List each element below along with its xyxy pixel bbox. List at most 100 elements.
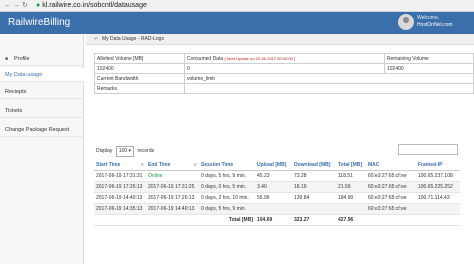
arrow-icon: ↵: [94, 36, 99, 42]
header-label: Upload [MB]: [257, 162, 287, 168]
remarks-value: [184, 83, 474, 94]
sidebar-item-label: My Data-usage: [5, 72, 43, 78]
ip-cell: [416, 203, 460, 215]
upload-total: 104.69: [255, 214, 292, 226]
start-cell: 2017-06-19 14:40:13: [94, 192, 146, 204]
sidebar-item-tickets[interactable]: Tickets: [0, 104, 84, 118]
start-cell: 2017-06-19 17:31:31: [94, 170, 146, 182]
total-cell: [336, 203, 366, 215]
download-cell: [292, 203, 336, 215]
sort-icon: ⇵: [193, 162, 197, 167]
sidebar-item-receipts[interactable]: Reciepts: [0, 85, 84, 99]
display-label: Display: [96, 148, 113, 154]
upload-cell: [255, 203, 292, 215]
allotted-header: Allotted Volume [MB]: [94, 53, 185, 64]
ip-cell: 100.71.114.43: [416, 192, 460, 204]
table-row: 2017-06-19 17:31:31 Online 0 days, 5 hrs…: [94, 170, 460, 182]
table-row: 2017-06-19 14:35:13 2017-06-19 14:40:13 …: [94, 203, 460, 215]
welcome-text: Welcome,: [417, 15, 440, 21]
grand-total: 427.96: [336, 214, 366, 226]
sidebar-item-label: Profile: [14, 56, 30, 62]
header-label: Session Time: [201, 162, 234, 168]
header-label: Framed-IP: [418, 162, 443, 168]
start-cell: 2017-06-19 17:26:13: [94, 181, 146, 193]
mac-cell: 60:e3:27:65:cf:ee: [366, 203, 416, 215]
sort-icon: ⇵: [140, 162, 144, 167]
ip-cell: 100.65.237.108: [416, 170, 460, 182]
length-select[interactable]: 100 ▾: [115, 146, 135, 157]
next-update-note: [ Next Update on 20-06-2017 00:00:00 ]: [224, 55, 296, 61]
page-length-control: Display 100 ▾ records: [96, 146, 154, 157]
table-row: 2017-06-19 17:26:13 2017-06-19 17:31:25 …: [94, 181, 460, 193]
col-start-time[interactable]: Start Time ⇵: [94, 160, 146, 171]
download-total: 323.27: [292, 214, 336, 226]
download-cell: 139.84: [292, 192, 336, 204]
sidebar-item-label: Tickets: [5, 108, 23, 114]
browser-bar: ← → ↻ ● kl.railwire.co.in/sobcntl/dataus…: [0, 0, 474, 12]
total-cell: 118.51: [336, 170, 366, 182]
header-label: Start Time: [96, 162, 121, 168]
header-label: Download [MB]: [294, 162, 331, 168]
mac-total: [366, 214, 416, 226]
header-label: MAC: [368, 162, 380, 168]
totals-label: Total [MB]: [94, 214, 255, 226]
bandwidth-label: Current Bandwidth: [94, 73, 185, 84]
remaining-header: Remaining Volume: [384, 53, 474, 64]
usage-table: Start Time ⇵ End Time ⇵ Session Time Uploa…: [94, 160, 460, 226]
total-cell: 21.59: [336, 181, 366, 193]
forward-icon[interactable]: →: [13, 2, 20, 10]
address-bar[interactable]: ● kl.railwire.co.in/sobcntl/datausage: [36, 1, 147, 11]
end-cell: Online: [146, 170, 199, 182]
sidebar-item-change-package[interactable]: Change Package Request: [0, 123, 84, 137]
table-row: 2017-06-19 14:40:13 2017-06-19 17:26:13 …: [94, 192, 460, 204]
brand-logo[interactable]: RailwireBilling: [8, 17, 70, 28]
upload-cell: 45.23: [255, 170, 292, 182]
start-cell: 2017-06-19 14:35:13: [94, 203, 146, 215]
end-cell: 2017-06-19 14:40:13: [146, 203, 199, 215]
url-text: kl.railwire.co.in/sobcntl/datausage: [42, 2, 147, 9]
session-cell: 0 days, 0 hrs, 5 min.: [199, 181, 255, 193]
username: HostOnNet.com: [417, 22, 453, 28]
avatar: [398, 14, 414, 30]
reload-icon[interactable]: ↻: [22, 2, 28, 10]
lock-icon: ●: [36, 2, 41, 9]
back-icon[interactable]: ←: [4, 2, 11, 10]
download-cell: 18.19: [292, 181, 336, 193]
sidebar-item-label: Reciepts: [5, 89, 27, 95]
consumed-header: Consumed Data [ Next Update on 20-06-201…: [184, 53, 385, 64]
col-framed-ip[interactable]: Framed-IP: [416, 160, 460, 171]
sidebar-item-data-usage[interactable]: My Data-usage: [0, 68, 84, 82]
sidebar-item-profile[interactable]: ■ Profile: [0, 52, 84, 66]
upload-cell: 3.40: [255, 181, 292, 193]
totals-row: Total [MB] 104.69 323.27 427.96: [94, 214, 460, 226]
search-input[interactable]: [398, 144, 458, 155]
user-menu[interactable]: Welcome, HostOnNet.com: [398, 14, 468, 31]
col-download[interactable]: Download [MB]: [292, 160, 336, 171]
end-cell: 2017-06-19 17:26:13: [146, 192, 199, 204]
main-content: ↵ My Data Usage - RAD-Logs Allotted Volum…: [86, 34, 474, 264]
mac-cell: 60:e3:27:65:cf:ee: [366, 192, 416, 204]
ip-total: [416, 214, 460, 226]
bandwidth-value: volume_limit: [184, 73, 474, 84]
summary-table: Allotted Volume [MB] Consumed Data [ Nex…: [94, 53, 474, 94]
upload-cell: 55.06: [255, 192, 292, 204]
col-session-time[interactable]: Session Time: [199, 160, 255, 171]
col-total[interactable]: Total [MB]: [336, 160, 366, 171]
col-upload[interactable]: Upload [MB]: [255, 160, 292, 171]
top-navbar: RailwireBilling Welcome, HostOnNet.com: [0, 12, 474, 34]
allotted-value: 102400: [94, 63, 185, 74]
end-cell: 2017-06-19 17:31:25: [146, 181, 199, 193]
ip-cell: 100.65.225.252: [416, 181, 460, 193]
records-label: records: [137, 148, 155, 154]
download-cell: 73.28: [292, 170, 336, 182]
col-mac[interactable]: MAC: [366, 160, 416, 171]
mac-cell: 60:e3:27:65:cf:ee: [366, 170, 416, 182]
col-end-time[interactable]: End Time ⇵: [146, 160, 199, 171]
session-cell: 0 days, 5 hrs, 9 min.: [199, 203, 255, 215]
session-cell: 0 days, 2 hrs, 10 min.: [199, 192, 255, 204]
remaining-value: 102400: [384, 63, 474, 74]
mac-cell: 60:e3:27:65:cf:ee: [366, 181, 416, 193]
consumed-value: 0: [184, 63, 385, 74]
total-cell: 194.90: [336, 192, 366, 204]
breadcrumb: ↵ My Data Usage - RAD-Logs: [86, 34, 474, 45]
